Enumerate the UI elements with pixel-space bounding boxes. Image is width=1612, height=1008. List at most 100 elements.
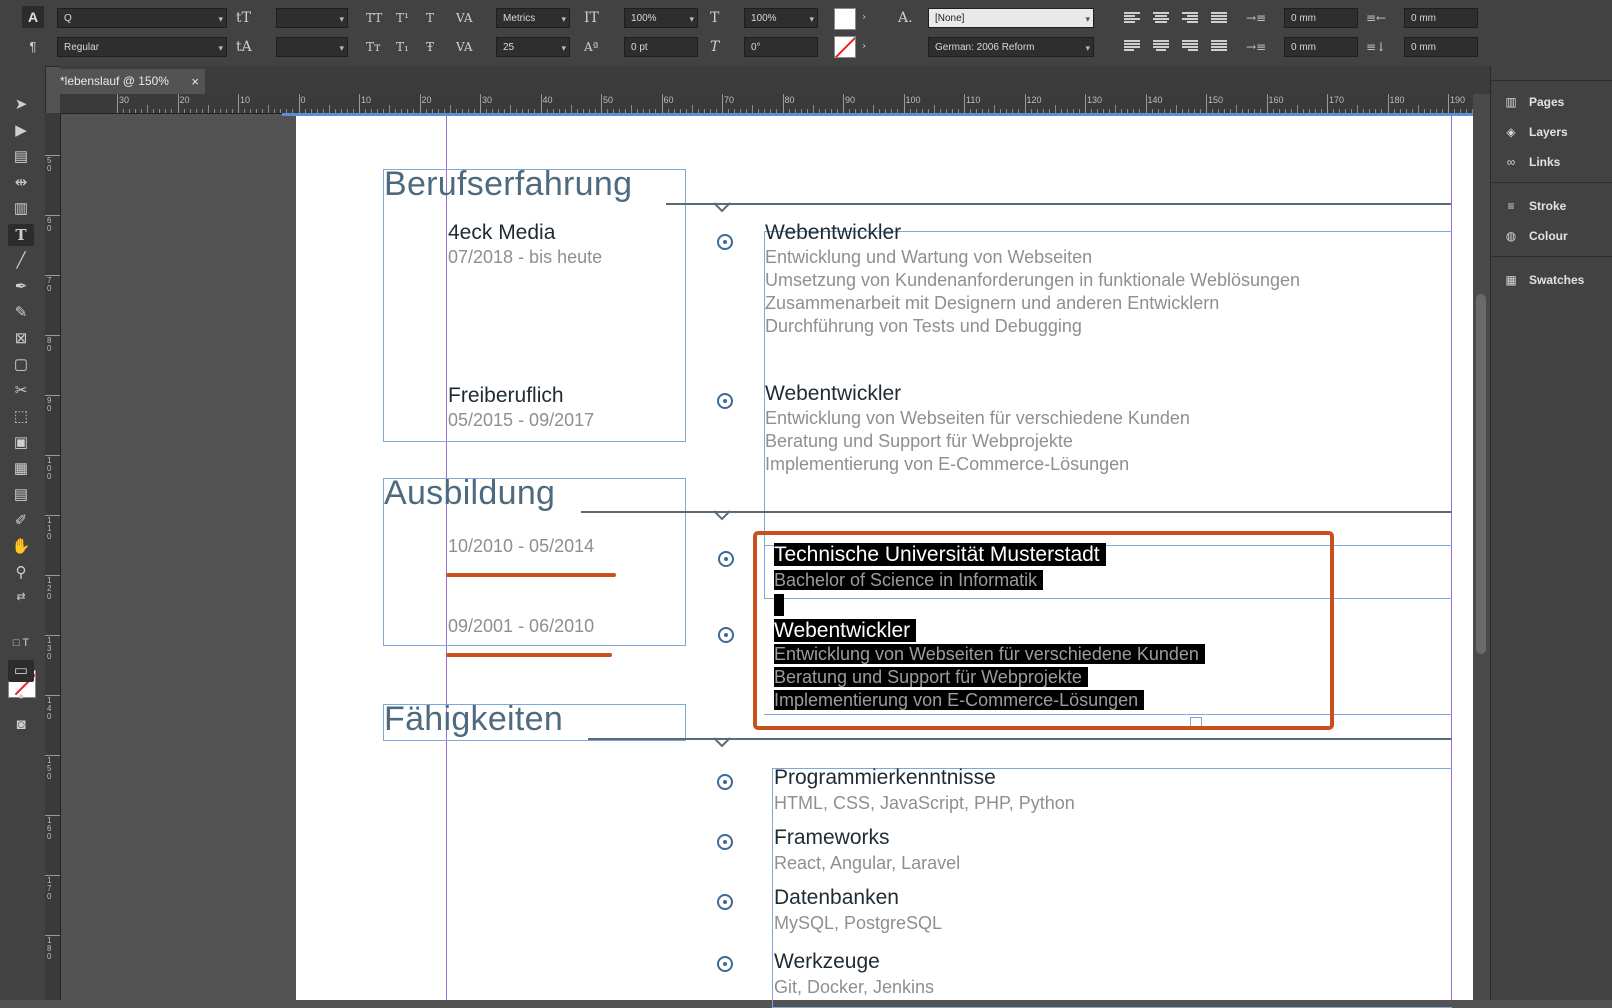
pencil-tool-icon[interactable]: ✎: [8, 302, 34, 324]
chevron-right-icon[interactable]: ›: [862, 37, 866, 57]
vertical-scale-field[interactable]: 100% ▾: [624, 8, 698, 28]
document-tab[interactable]: *lebenslauf @ 150% ×: [60, 69, 205, 94]
chevron-down-icon[interactable]: ▾: [339, 38, 344, 58]
space-after-field[interactable]: 0 mm: [1404, 37, 1478, 57]
ruler-tick-label: 50: [47, 156, 52, 173]
justify-last-left-icon[interactable]: [1124, 39, 1140, 53]
align-left-icon[interactable]: [1124, 11, 1140, 25]
selection-tool-icon[interactable]: ➤: [8, 94, 34, 116]
swap-fill-stroke-icon[interactable]: ⇄: [8, 586, 34, 608]
underline-icon[interactable]: T: [426, 8, 434, 28]
align-right-icon[interactable]: [1182, 11, 1198, 25]
vertical-ruler[interactable]: 50 60 70 80 90 100 110 120 130 140 150 160 170 180: [45, 113, 61, 1000]
vertical-scrollbar[interactable]: [1473, 94, 1490, 1000]
free-transform-tool-icon[interactable]: ⬚: [8, 406, 34, 428]
language-field[interactable]: German: 2006 Reform ▾: [928, 37, 1094, 57]
note-tool-icon[interactable]: ▤: [8, 484, 34, 506]
chevron-down-icon[interactable]: ▾: [1085, 38, 1090, 58]
ruler-tick-label: 160: [1268, 95, 1284, 105]
ruler-tick: [177, 94, 179, 113]
space-before-field[interactable]: 0 mm: [1284, 37, 1358, 57]
line-tool-icon[interactable]: ╱: [8, 250, 34, 272]
baseline-shift-field[interactable]: 0 pt: [624, 37, 698, 57]
ruler-minor-tick: [631, 105, 633, 113]
character-style-field[interactable]: [None] ▾: [928, 8, 1094, 28]
character-mode-icon[interactable]: A: [22, 6, 44, 28]
left-indent-field[interactable]: 0 mm: [1284, 8, 1358, 28]
section-heading-faehigkeiten: Fähigkeiten: [384, 700, 564, 738]
rectangle-frame-tool-icon[interactable]: ⊠: [8, 328, 34, 350]
timeline-bullet-icon: [718, 551, 734, 567]
panel-pages[interactable]: ▥ Pages: [1501, 90, 1611, 114]
ruler-tick-label: 10: [361, 95, 372, 105]
chevron-down-icon[interactable]: ▾: [339, 9, 344, 29]
eyedropper-tool-icon[interactable]: ✐: [8, 510, 34, 532]
page-tool-icon[interactable]: ▤: [8, 146, 34, 168]
ruler-tick-label: 110: [47, 516, 52, 541]
ruler-minor-tick: [250, 109, 252, 113]
gradient-feather-tool-icon[interactable]: ▦: [8, 458, 34, 480]
gap-tool-icon[interactable]: ⇹: [8, 172, 34, 194]
panel-stroke[interactable]: ≡ Stroke: [1501, 194, 1611, 218]
font-family-field[interactable]: Q ▾: [57, 8, 227, 28]
ruler-tick: [1266, 94, 1268, 113]
superscript-icon[interactable]: T¹: [396, 8, 409, 28]
justify-last-right-icon[interactable]: [1182, 39, 1198, 53]
panel-layers[interactable]: ◈ Layers: [1501, 120, 1611, 144]
fill-swatch-icon[interactable]: [834, 8, 856, 30]
stroke-swatch-icon[interactable]: [834, 36, 856, 58]
align-center-icon[interactable]: [1153, 11, 1169, 25]
skew-field[interactable]: 0°: [744, 37, 818, 57]
chevron-down-icon[interactable]: ▾: [561, 38, 566, 58]
preview-mode-icon[interactable]: ◙: [8, 714, 34, 736]
ruler-minor-tick: [812, 105, 814, 113]
justify-last-center-icon[interactable]: [1153, 39, 1169, 53]
normal-view-icon[interactable]: ▭: [8, 660, 34, 682]
type-tool-icon[interactable]: T: [8, 224, 34, 246]
pages-icon: ▥: [1505, 95, 1517, 109]
strikethrough-icon[interactable]: Ŧ: [426, 37, 434, 57]
rectangle-tool-icon[interactable]: ▢: [8, 354, 34, 376]
hand-tool-icon[interactable]: ✋: [8, 536, 34, 558]
screen-mode-icon[interactable]: ▪: [8, 686, 34, 708]
ruler-minor-tick: [933, 105, 935, 113]
timeline-bullet-icon: [718, 627, 734, 643]
paragraph-mode-icon[interactable]: ¶: [22, 36, 44, 58]
job-line: Durchführung von Tests und Debugging: [765, 316, 1082, 336]
document-page[interactable]: Berufserfahrung 4eck Media 07/2018 - bis…: [282, 113, 1473, 1008]
all-caps-icon[interactable]: TT: [366, 8, 382, 28]
small-caps-icon[interactable]: Tт: [366, 37, 381, 57]
horizontal-ruler[interactable]: 30 20 10 0 10 20 30 40 50 60 70 80 90 100 110 120 130 140…: [60, 94, 1473, 114]
subscript-icon[interactable]: T₁: [396, 37, 409, 57]
pen-tool-icon[interactable]: ✒: [8, 276, 34, 298]
scissors-tool-icon[interactable]: ✂: [8, 380, 34, 402]
font-style-field[interactable]: Regular ▾: [57, 37, 227, 57]
justify-icon[interactable]: [1211, 11, 1227, 25]
horizontal-scale-field[interactable]: 100% ▾: [744, 8, 818, 28]
justify-all-icon[interactable]: [1211, 39, 1227, 53]
scrollbar-thumb[interactable]: [1476, 294, 1486, 654]
direct-selection-tool-icon[interactable]: ▶: [8, 120, 34, 142]
chevron-right-icon[interactable]: ›: [862, 8, 866, 28]
close-icon[interactable]: ×: [191, 69, 199, 94]
leading-field[interactable]: ▾: [276, 37, 348, 57]
chevron-down-icon[interactable]: ▾: [561, 9, 566, 29]
font-size-field[interactable]: ▾: [276, 8, 348, 28]
right-indent-field[interactable]: 0 mm: [1404, 8, 1478, 28]
chevron-down-icon[interactable]: ▾: [218, 9, 223, 29]
top-bleed-edge: [282, 113, 1473, 116]
skill-value: Git, Docker, Jenkins: [774, 977, 935, 997]
tracking-field[interactable]: 25 ▾: [496, 37, 570, 57]
content-collector-icon[interactable]: ▥: [8, 198, 34, 220]
chevron-down-icon[interactable]: ▾: [689, 9, 694, 29]
zoom-tool-icon[interactable]: ⚲: [8, 562, 34, 584]
chevron-down-icon[interactable]: ▾: [1085, 9, 1090, 29]
gradient-swatch-tool-icon[interactable]: ▣: [8, 432, 34, 454]
panel-colour[interactable]: ◍ Colour: [1501, 224, 1611, 248]
chevron-down-icon[interactable]: ▾: [809, 9, 814, 29]
chevron-down-icon[interactable]: ▾: [218, 38, 223, 58]
panel-swatches[interactable]: ▦ Swatches: [1501, 268, 1611, 292]
panel-links[interactable]: ∞ Links: [1501, 150, 1611, 174]
formatting-container-icon[interactable]: □ T: [8, 632, 34, 654]
kerning-field[interactable]: Metrics ▾: [496, 8, 570, 28]
